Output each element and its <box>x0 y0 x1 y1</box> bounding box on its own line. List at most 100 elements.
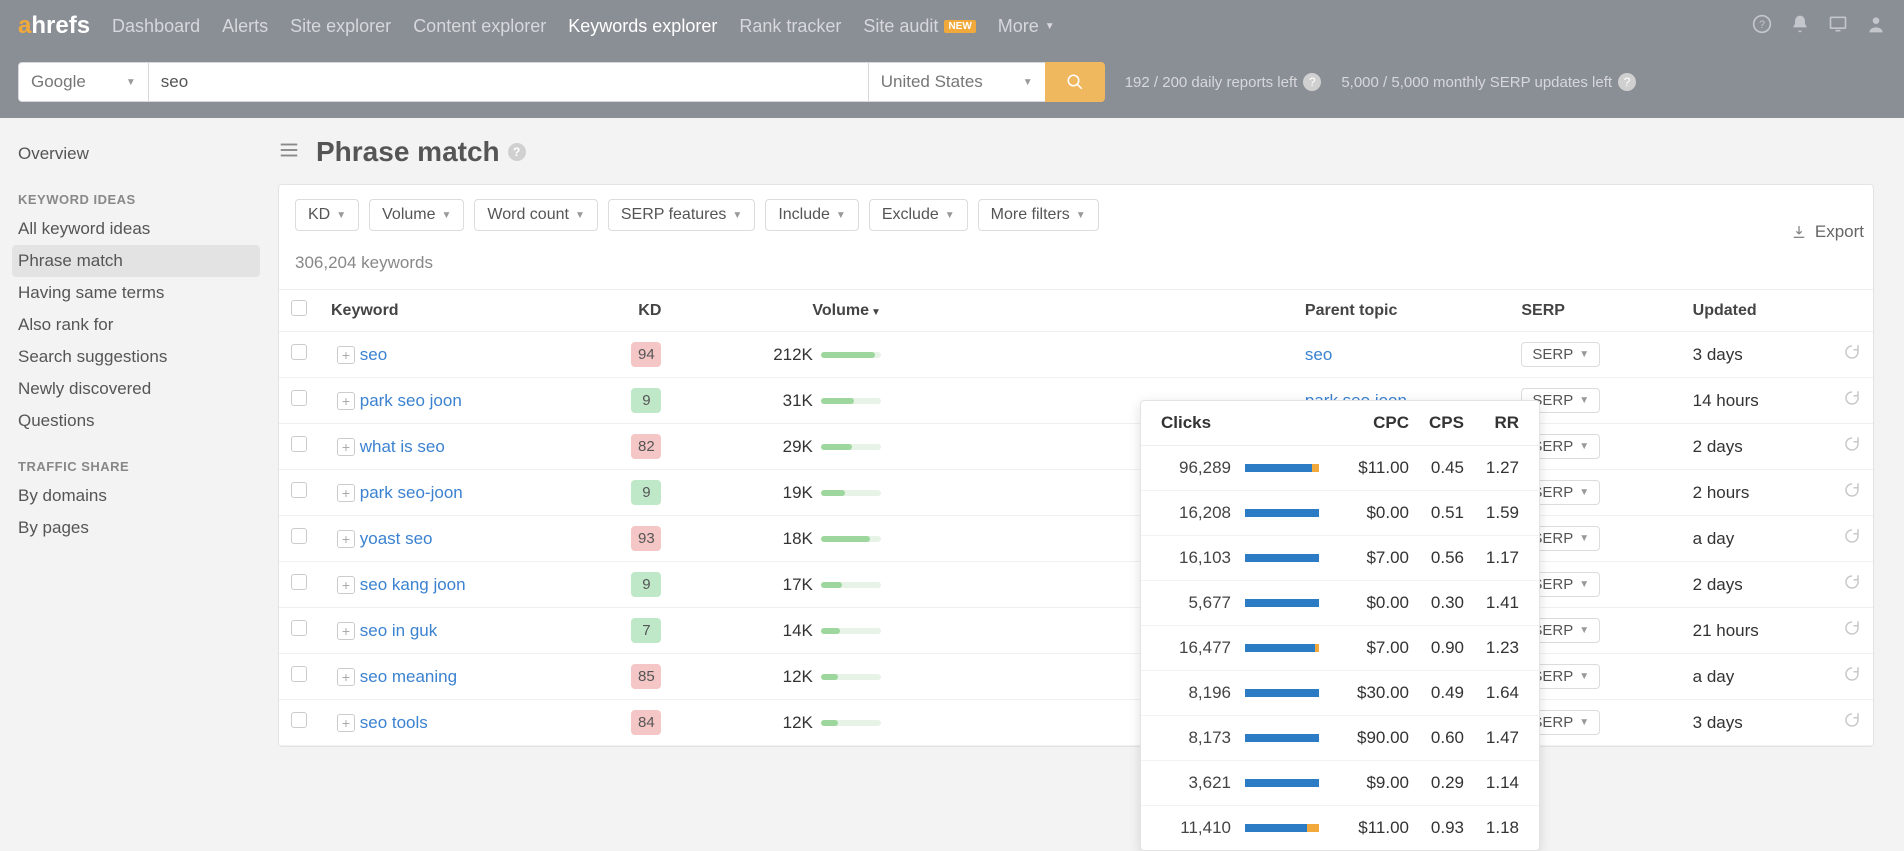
row-checkbox[interactable] <box>291 390 307 406</box>
help-icon[interactable]: ? <box>1618 73 1636 91</box>
add-icon[interactable]: + <box>337 714 355 732</box>
search-icon <box>1066 73 1084 91</box>
refresh-button[interactable] <box>1831 470 1873 516</box>
volume-value: 17K <box>673 562 893 608</box>
clicks-value: 8,173 <box>1161 728 1231 748</box>
add-icon[interactable]: + <box>337 668 355 686</box>
display-icon[interactable] <box>1828 14 1848 39</box>
chevron-down-icon: ▼ <box>1579 441 1589 452</box>
keyword-link[interactable]: seo <box>360 345 387 364</box>
keyword-link[interactable]: yoast seo <box>360 529 433 548</box>
keyword-input[interactable] <box>149 62 869 102</box>
table-row: + park seo joon931Kpark seo joonSERP ▼14… <box>279 378 1873 424</box>
parent-topic-link[interactable]: seo <box>1305 345 1332 364</box>
keyword-link[interactable]: what is seo <box>360 437 445 456</box>
refresh-button[interactable] <box>1831 700 1873 746</box>
refresh-button[interactable] <box>1831 332 1873 378</box>
filter-exclude[interactable]: Exclude▼ <box>869 199 968 231</box>
sidebar-item-by-pages[interactable]: By pages <box>18 512 260 544</box>
add-icon[interactable]: + <box>337 576 355 594</box>
sidebar-item-also-rank-for[interactable]: Also rank for <box>18 309 260 341</box>
nav-item-alerts[interactable]: Alerts <box>222 16 268 37</box>
sidebar-item-newly-discovered[interactable]: Newly discovered <box>18 373 260 405</box>
help-icon[interactable]: ? <box>1752 14 1772 39</box>
clicks-bar <box>1245 509 1325 517</box>
nav-item-site-explorer[interactable]: Site explorer <box>290 16 391 37</box>
engine-select[interactable]: Google▼ <box>18 62 149 102</box>
sidebar-item-overview[interactable]: Overview <box>18 138 260 170</box>
add-icon[interactable]: + <box>337 530 355 548</box>
row-checkbox[interactable] <box>291 436 307 452</box>
chevron-down-icon: ▼ <box>836 210 846 221</box>
sidebar-item-search-suggestions[interactable]: Search suggestions <box>18 341 260 373</box>
keyword-link[interactable]: seo tools <box>360 713 428 732</box>
add-icon[interactable]: + <box>337 392 355 410</box>
export-button[interactable]: Export <box>1791 222 1864 242</box>
col-parent[interactable]: Parent topic <box>1293 290 1509 332</box>
refresh-button[interactable] <box>1831 378 1873 424</box>
add-icon[interactable]: + <box>337 346 355 364</box>
clicks-value: 8,196 <box>1161 683 1231 703</box>
menu-icon[interactable] <box>278 139 300 166</box>
help-icon[interactable]: ? <box>508 143 526 161</box>
col-volume[interactable]: Volume▼ <box>673 290 893 332</box>
help-icon[interactable]: ? <box>1303 73 1321 91</box>
keyword-link[interactable]: seo in guk <box>360 621 438 640</box>
row-checkbox[interactable] <box>291 574 307 590</box>
row-checkbox[interactable] <box>291 344 307 360</box>
col-keyword[interactable]: Keyword <box>319 290 583 332</box>
search-button[interactable] <box>1045 62 1105 102</box>
keyword-link[interactable]: seo kang joon <box>360 575 466 594</box>
add-icon[interactable]: + <box>337 438 355 456</box>
sidebar-item-questions[interactable]: Questions <box>18 405 260 437</box>
popup-row: 3,621$9.000.291.14 <box>1141 761 1539 806</box>
row-checkbox[interactable] <box>291 528 307 544</box>
filter-kd[interactable]: KD▼ <box>295 199 359 231</box>
add-icon[interactable]: + <box>337 622 355 640</box>
chevron-down-icon: ▼ <box>1579 625 1589 636</box>
row-checkbox[interactable] <box>291 666 307 682</box>
sidebar-item-having-same-terms[interactable]: Having same terms <box>18 277 260 309</box>
row-checkbox[interactable] <box>291 620 307 636</box>
col-kd[interactable]: KD <box>583 290 673 332</box>
row-checkbox[interactable] <box>291 712 307 728</box>
filter-word-count[interactable]: Word count▼ <box>474 199 597 231</box>
nav-item-rank-tracker[interactable]: Rank tracker <box>739 16 841 37</box>
filter-serp-features[interactable]: SERP features▼ <box>608 199 755 231</box>
keyword-link[interactable]: park seo-joon <box>360 483 463 502</box>
clicks-bar <box>1245 689 1325 697</box>
row-checkbox[interactable] <box>291 482 307 498</box>
filter-include[interactable]: Include▼ <box>765 199 859 231</box>
nav-item-site-audit[interactable]: Site auditNEW <box>863 16 975 37</box>
col-updated[interactable]: Updated <box>1681 290 1831 332</box>
nav-item-more[interactable]: More▼ <box>998 16 1055 37</box>
select-all-checkbox[interactable] <box>291 300 307 316</box>
clicks-value: 16,103 <box>1161 548 1231 568</box>
nav-item-dashboard[interactable]: Dashboard <box>112 16 200 37</box>
refresh-button[interactable] <box>1831 608 1873 654</box>
refresh-button[interactable] <box>1831 654 1873 700</box>
serp-button[interactable]: SERP ▼ <box>1521 342 1600 367</box>
add-icon[interactable]: + <box>337 484 355 502</box>
cps-value: 0.29 <box>1409 773 1464 793</box>
sidebar-item-all-keyword-ideas[interactable]: All keyword ideas <box>18 213 260 245</box>
filter-more-filters[interactable]: More filters▼ <box>978 199 1099 231</box>
keyword-link[interactable]: seo meaning <box>360 667 457 686</box>
chevron-down-icon: ▼ <box>945 210 955 221</box>
nav-item-keywords-explorer[interactable]: Keywords explorer <box>568 16 717 37</box>
user-icon[interactable] <box>1866 14 1886 39</box>
keyword-link[interactable]: park seo joon <box>360 391 462 410</box>
logo[interactable]: ahrefs <box>18 12 90 40</box>
daily-reports-status: 192 / 200 daily reports left ? <box>1125 73 1322 91</box>
col-serp[interactable]: SERP <box>1509 290 1680 332</box>
country-select[interactable]: United States▼ <box>869 62 1046 102</box>
refresh-button[interactable] <box>1831 516 1873 562</box>
nav-item-content-explorer[interactable]: Content explorer <box>413 16 546 37</box>
refresh-button[interactable] <box>1831 424 1873 470</box>
sidebar-item-phrase-match[interactable]: Phrase match <box>12 245 260 277</box>
bell-icon[interactable] <box>1790 14 1810 39</box>
sidebar-item-by-domains[interactable]: By domains <box>18 480 260 512</box>
filter-volume[interactable]: Volume▼ <box>369 199 464 231</box>
clicks-value: 16,477 <box>1161 638 1231 658</box>
refresh-button[interactable] <box>1831 562 1873 608</box>
